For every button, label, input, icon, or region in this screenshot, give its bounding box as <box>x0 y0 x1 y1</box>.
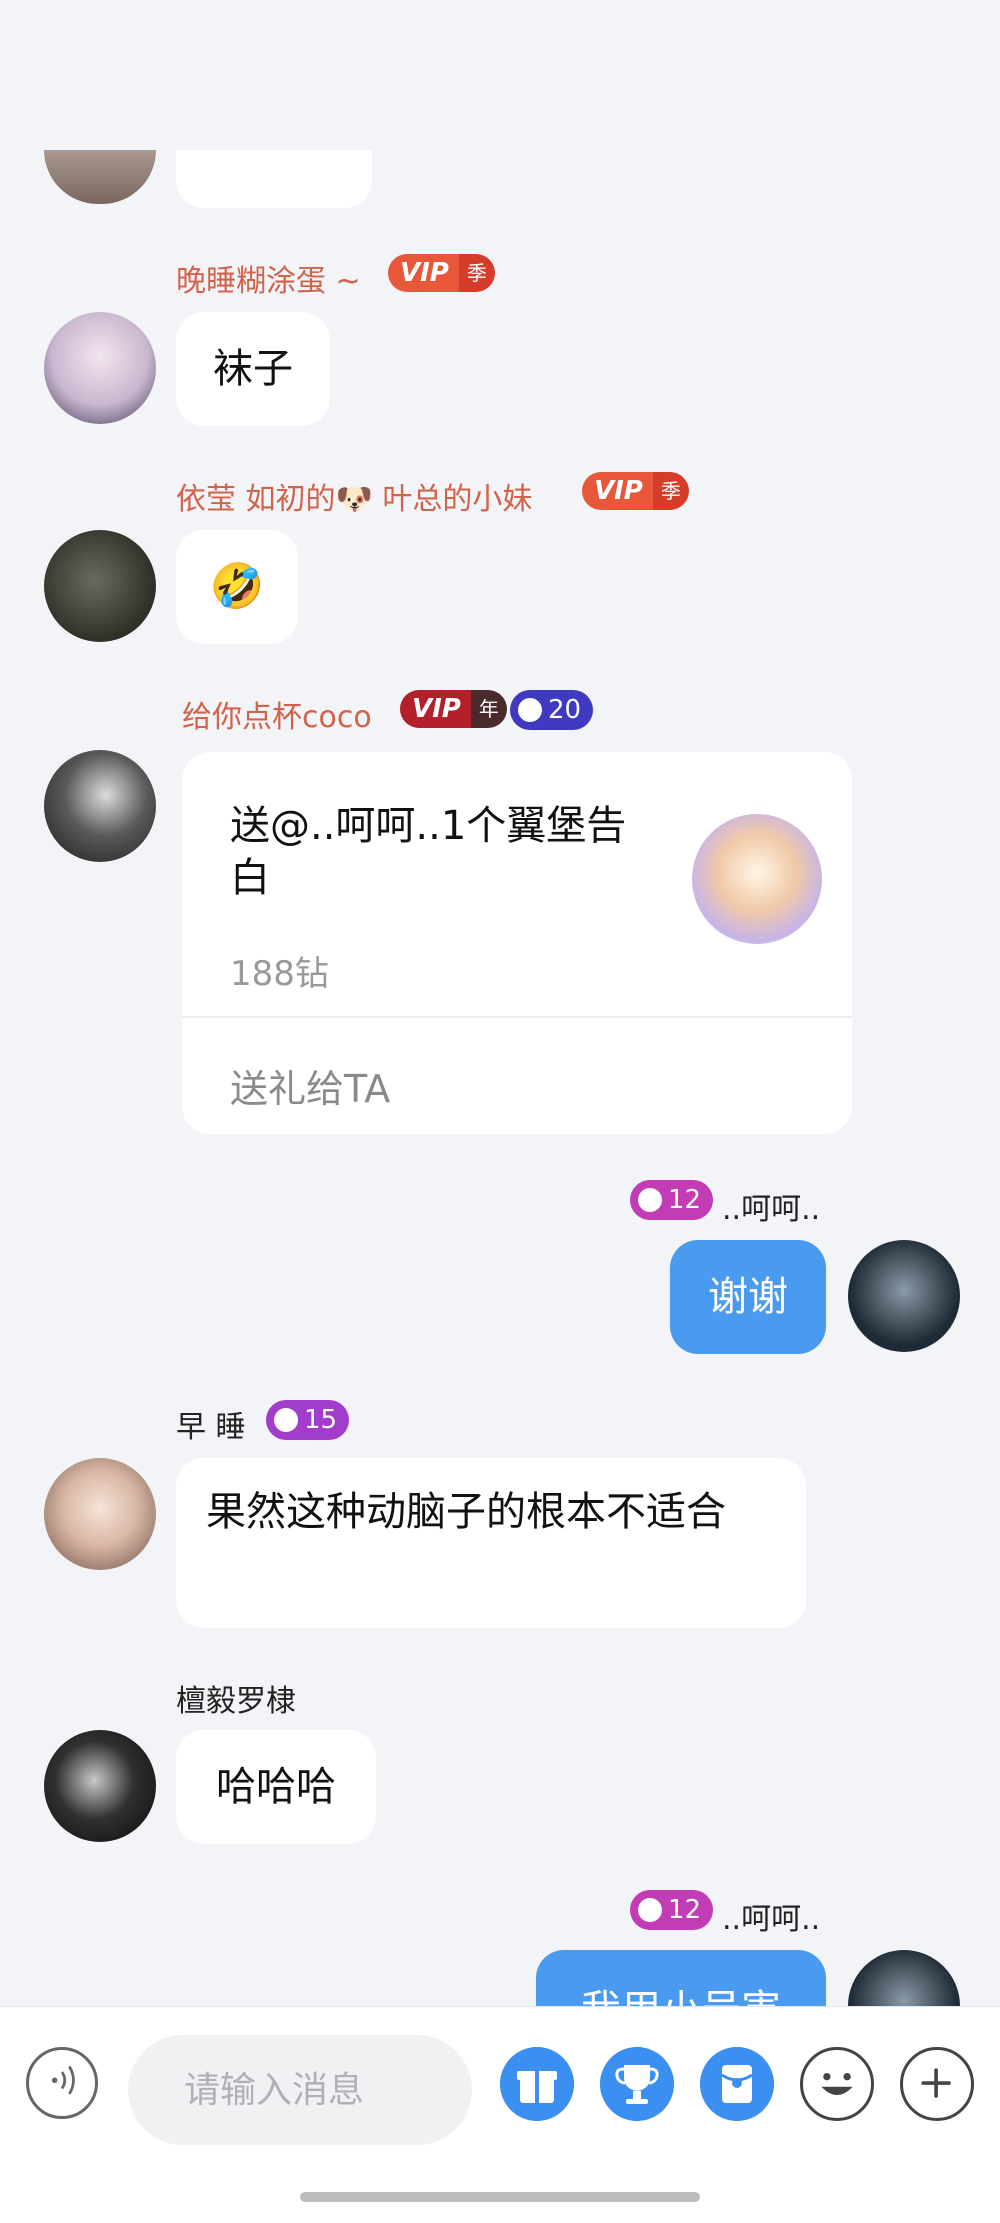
wifi-icon <box>736 48 780 81</box>
sender-name[interactable]: 给你点杯coco <box>182 692 372 736</box>
signal-icon <box>640 58 669 82</box>
status-bar: 21:45 3.30 KB/s 5G 5G 48% <box>0 0 1000 110</box>
app-notification-icon <box>206 48 240 80</box>
gift-card[interactable]: 送@..呵呵..1个翼堡告白 188钻 送礼给TA <box>182 752 852 1134</box>
vip-badge: VIP 年 <box>400 690 507 728</box>
level-badge: 12 <box>630 1890 714 1930</box>
signal-icon-2 <box>690 58 719 82</box>
gift-title: 送@..呵呵..1个翼堡告白 <box>230 803 627 901</box>
battery-percent: 48% <box>788 44 870 84</box>
sender-name[interactable]: 依莹 如初的🐶 叶总的小妹 <box>176 474 532 518</box>
gift-price: 188钻 <box>230 954 329 994</box>
battery-ring-icon <box>873 51 905 83</box>
send-gift-button[interactable]: 送礼给TA <box>230 1058 390 1113</box>
mute-bell-icon <box>705 128 730 155</box>
sender-name[interactable]: 早 睡 <box>176 1402 246 1446</box>
sender-name[interactable]: 晚睡糊涂蛋 ~ <box>176 256 361 300</box>
avatar[interactable] <box>44 750 156 862</box>
message-bubble[interactable]: 袜子 <box>176 312 330 426</box>
sender-name[interactable]: ..呵呵.. <box>722 1894 820 1938</box>
level-badge: 15 <box>266 1400 350 1440</box>
vip-badge: VIP 季 <box>582 472 689 510</box>
level-badge: 20 <box>510 690 594 730</box>
vip-badge: VIP 季 <box>388 254 495 292</box>
level-badge: 12 <box>630 1180 714 1220</box>
message-bubble[interactable]: 谢谢 <box>670 1240 826 1354</box>
group-members-icon[interactable] <box>890 98 956 164</box>
red-packet-icon[interactable] <box>700 2047 774 2121</box>
wechat-icon <box>163 50 200 79</box>
castle-gift-image <box>692 814 822 944</box>
voice-input-icon[interactable] <box>26 2047 98 2119</box>
net-speed: 3.30 KB/s <box>578 44 616 77</box>
gift-icon[interactable] <box>500 2047 574 2121</box>
avatar[interactable] <box>44 1458 156 1570</box>
home-indicator[interactable] <box>300 2192 700 2202</box>
avatar[interactable] <box>44 530 156 642</box>
message-bubble-partial[interactable] <box>176 150 372 208</box>
avatar[interactable] <box>44 312 156 424</box>
sender-name[interactable]: 檀毅罗棣 <box>176 1676 296 1720</box>
emoji-icon[interactable] <box>800 2047 874 2121</box>
status-time: 21:45 <box>56 42 171 83</box>
divider <box>182 1016 852 1018</box>
message-bubble[interactable]: 🤣 <box>176 530 298 644</box>
message-bubble[interactable]: 果然这种动脑子的根本不适合 <box>176 1458 806 1628</box>
message-bubble[interactable]: 哈哈哈 <box>176 1730 376 1844</box>
avatar[interactable] <box>848 1240 960 1352</box>
input-bar <box>0 2006 1000 2223</box>
avatar-partial[interactable] <box>44 150 156 204</box>
plus-icon[interactable] <box>900 2047 974 2121</box>
message-input[interactable] <box>128 2035 472 2145</box>
charging-bolt-icon <box>920 52 936 78</box>
sender-name[interactable]: ..呵呵.. <box>722 1184 820 1228</box>
avatar[interactable] <box>44 1730 156 1842</box>
trophy-icon[interactable] <box>600 2047 674 2121</box>
